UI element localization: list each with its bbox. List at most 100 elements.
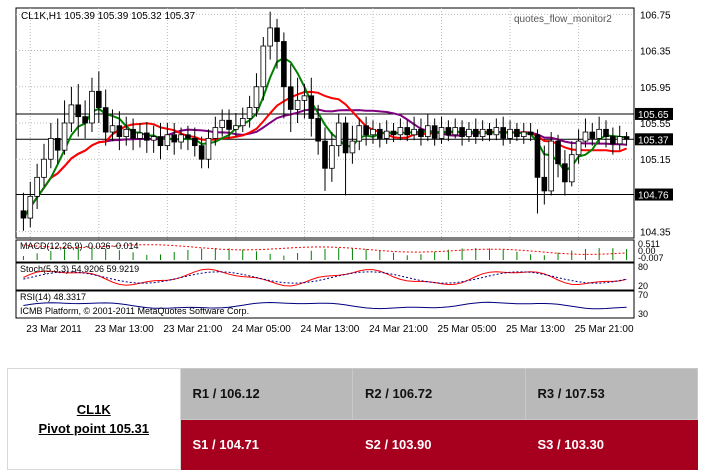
s3-cell: S3 / 103.30 (524, 418, 698, 470)
candle-body (260, 45, 267, 88)
candle-body (102, 107, 109, 133)
indicator-label: MACD(12,26,9) -0.026 -0.014 (20, 241, 139, 251)
candle-body (34, 176, 40, 197)
y-tick-label: 104.35 (640, 228, 671, 239)
candle-body (68, 104, 75, 124)
candle-body (445, 127, 452, 136)
candle-body (520, 131, 527, 137)
candle-body (281, 41, 287, 88)
candle-body (157, 136, 164, 147)
symbol-link[interactable]: CL1K (8, 400, 180, 419)
candle-body (178, 134, 184, 143)
candle-body (301, 95, 308, 101)
price-level-label: 105.65 (638, 110, 669, 121)
candle-body (246, 107, 253, 119)
resistance-row: CL1K Pivot point 105.31 R1 / 106.12 R2 /… (7, 368, 698, 470)
symbol-cell: CL1K Pivot point 105.31 (7, 368, 181, 470)
indicator-tick-label: 80 (638, 262, 648, 272)
candle-body (61, 122, 68, 151)
copyright-label: ICMB Platform, © 2001-2011 MetaQuotes So… (20, 306, 249, 316)
candle-body (616, 136, 623, 145)
candle-body (335, 122, 342, 147)
candle-body (185, 134, 191, 139)
candle-body (568, 154, 575, 183)
candle-body (226, 119, 232, 130)
candle-body (143, 132, 150, 141)
s1-cell: S1 / 104.71 (179, 418, 353, 470)
price-level-label: 104.76 (638, 191, 669, 202)
pivot-point-link[interactable]: Pivot point 105.31 (8, 419, 180, 438)
candle-body (479, 128, 486, 137)
r1-cell: R1 / 106.12 (179, 368, 353, 420)
candle-body (425, 125, 431, 137)
candle-body (411, 128, 417, 136)
candle-body (308, 95, 315, 119)
candle-body (294, 99, 301, 110)
candle-body (356, 125, 363, 142)
candle-body (41, 158, 47, 178)
candle-body (575, 140, 582, 156)
x-tick-label: 25 Mar 05:00 (438, 324, 497, 335)
x-tick-label: 23 Mar 21:00 (163, 324, 222, 335)
candle-body (20, 210, 27, 219)
candle-body (534, 134, 541, 178)
candle-body (82, 116, 88, 124)
candle-body (137, 132, 143, 139)
s2-cell: S2 / 103.90 (352, 418, 526, 470)
candle-body (96, 90, 102, 109)
candle-body (466, 128, 472, 137)
candle-body (349, 140, 356, 154)
candle-body (452, 127, 459, 136)
candle-body (322, 140, 328, 169)
x-tick-label: 24 Mar 13:00 (300, 324, 359, 335)
candle-body (150, 136, 157, 141)
candle-body (191, 137, 198, 147)
r3-cell: R3 / 107.53 (524, 368, 698, 420)
watermark: quotes_flow_monitor2 (514, 14, 612, 25)
candle-body (116, 125, 123, 137)
candle-body (603, 128, 609, 137)
candle-body (404, 127, 411, 136)
pivot-table: CL1K Pivot point 105.31 R1 / 106.12 R2 /… (7, 368, 698, 470)
candle-body (472, 128, 479, 137)
candle-body (390, 130, 397, 136)
candle-body (198, 145, 205, 160)
candle-body (48, 137, 54, 160)
price-level-label: 105.37 (638, 135, 669, 146)
candle-body (507, 128, 513, 139)
candle-body (610, 136, 616, 145)
y-tick-label: 106.35 (640, 47, 671, 58)
y-tick-label: 106.75 (640, 10, 671, 21)
candle-body (555, 140, 561, 165)
candle-body (589, 131, 596, 139)
y-tick-label: 105.15 (640, 155, 671, 166)
candle-body (171, 134, 178, 143)
candle-body (377, 128, 383, 139)
indicator-tick-label: 30 (638, 309, 648, 319)
r2-cell: R2 / 106.72 (352, 368, 526, 420)
x-tick-label: 23 Mar 2011 (26, 324, 82, 335)
candle-body (54, 137, 61, 151)
candle-body (500, 127, 507, 139)
chart-header: CL1K,H1 105.39 105.39 105.32 105.37 (21, 11, 195, 22)
candle-body (205, 137, 212, 160)
candle-body (418, 128, 424, 137)
candle-body (486, 128, 493, 136)
candle-body (123, 128, 130, 137)
candle-body (562, 163, 568, 183)
candle-body (219, 119, 225, 128)
indicator-tick-label: 70 (638, 290, 648, 300)
candle-body (397, 127, 404, 136)
candle-body (130, 128, 136, 139)
candle-body (274, 27, 280, 42)
candle-body (548, 140, 554, 192)
x-tick-label: 23 Mar 13:00 (95, 324, 154, 335)
x-tick-label: 24 Mar 05:00 (232, 324, 291, 335)
candle-body (233, 125, 239, 130)
x-tick-label: 25 Mar 21:00 (575, 324, 634, 335)
candle-body (370, 128, 376, 136)
candle-body (315, 118, 321, 142)
candle-body (287, 86, 294, 110)
candle-body (164, 134, 171, 147)
candle-body (541, 176, 548, 192)
